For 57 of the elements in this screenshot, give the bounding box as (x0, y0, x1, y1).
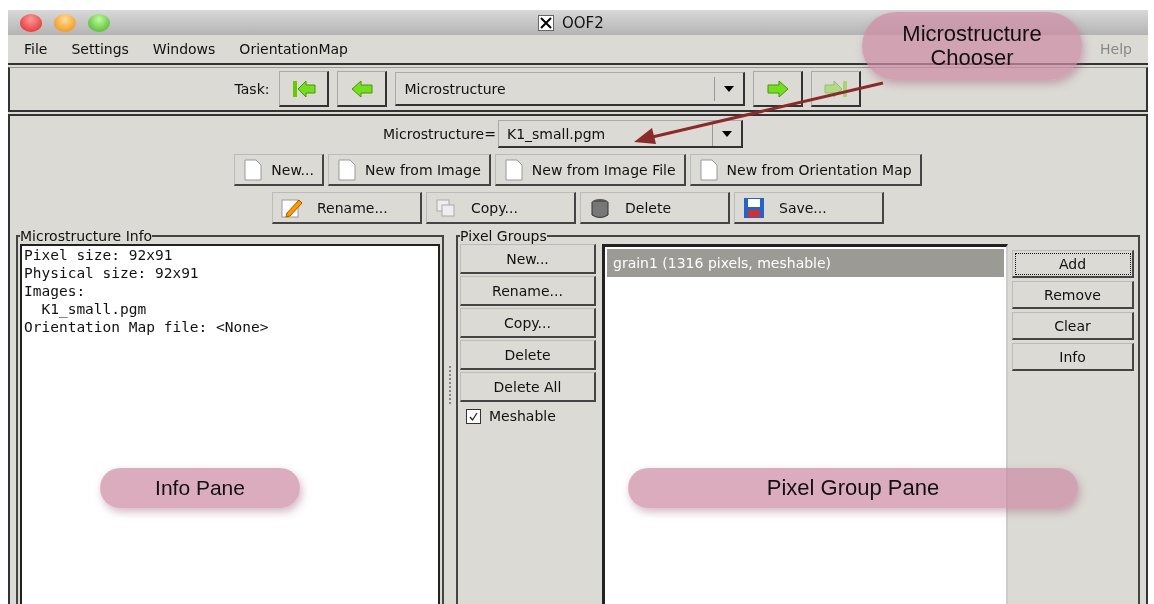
create-button[interactable]: New from Orientation Map (689, 154, 922, 186)
microstructure-action-button[interactable]: Delete (580, 192, 730, 224)
pixel-group-button[interactable]: Delete (460, 340, 596, 370)
pixel-group-button[interactable]: New... (460, 244, 596, 274)
document-icon (503, 158, 524, 181)
task-dropdown[interactable]: Microstructure (395, 72, 746, 106)
group-action-button[interactable]: Clear (1012, 312, 1134, 340)
arrow-to-bar-icon (822, 78, 849, 99)
menu-item[interactable]: Settings (71, 41, 129, 57)
meshable-checkbox[interactable]: Meshable (460, 404, 598, 428)
pencil-icon (281, 196, 303, 219)
document-icon (243, 158, 264, 181)
info-line: Physical size: 92x91 (24, 264, 200, 282)
info-line: Orientation Map file: <None> (24, 318, 270, 336)
info-line: Images: (24, 282, 87, 300)
group-action-button[interactable]: Info (1012, 343, 1134, 371)
info-line: Pixel size: 92x91 (24, 246, 174, 264)
create-button[interactable]: New from Image File (494, 154, 686, 186)
microstructure-action-button[interactable]: Copy... (426, 192, 576, 224)
document-icon (336, 158, 357, 181)
window-title: OOF2 (562, 13, 604, 32)
document-icon (698, 158, 719, 181)
caret-icon (724, 85, 735, 92)
trash-icon (589, 196, 611, 219)
task-label: Task: (234, 81, 270, 97)
checkmark-icon (468, 410, 479, 422)
pixel-group-button[interactable]: Delete All (460, 372, 596, 402)
info-line: K1_small.pgm (40, 300, 148, 318)
callout-label: Microstructure Chooser (862, 12, 1082, 80)
forward-button[interactable] (753, 71, 804, 107)
x-logo-icon (538, 14, 554, 31)
group-action-button[interactable]: Remove (1012, 281, 1134, 309)
file-select-dropdown[interactable]: K1_small.pgm (497, 120, 743, 148)
pixel-group-button[interactable]: Rename... (460, 276, 596, 306)
create-button[interactable]: New... (234, 154, 324, 186)
create-button[interactable]: New from Image (327, 154, 491, 186)
microstructure-action-button[interactable]: Rename... (272, 192, 422, 224)
group-action-button[interactable]: Add (1012, 250, 1134, 278)
arrow-to-bar-icon (290, 78, 317, 99)
first-button[interactable] (279, 71, 330, 107)
caret-icon (721, 130, 732, 137)
menu-item[interactable]: Windows (152, 41, 216, 57)
menu-item[interactable]: OrientationMap (239, 41, 348, 57)
microstructure-action-button[interactable]: Save... (734, 192, 884, 224)
callout-label: Info Pane (100, 468, 300, 508)
info-frame-title: Microstructure Info (20, 228, 153, 244)
menu-item[interactable]: File (24, 41, 48, 57)
right-arrow-icon (764, 78, 791, 99)
pixel-groups-frame-title: Pixel Groups (460, 228, 547, 244)
callout-label: Pixel Group Pane (628, 468, 1078, 508)
pixel-group-button[interactable]: Copy... (460, 308, 596, 338)
copy-icon (435, 196, 457, 219)
pane-divider-handle[interactable] (448, 366, 452, 406)
close-icon[interactable] (20, 13, 42, 32)
back-button[interactable] (337, 71, 388, 107)
floppy-icon (743, 196, 765, 219)
microstructure-label: Microstructure= (383, 126, 496, 142)
